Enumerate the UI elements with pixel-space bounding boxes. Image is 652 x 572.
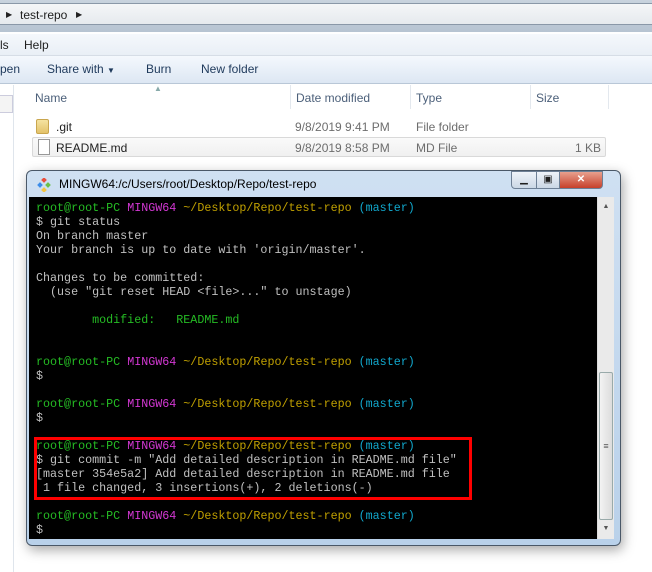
- terminal-output[interactable]: root@root-PC MINGW64 ~/Desktop/Repo/test…: [29, 197, 597, 539]
- terminal-text-cyan: (master): [358, 509, 415, 523]
- file-size: 1 KB: [574, 141, 601, 155]
- scroll-up-icon[interactable]: ▲: [598, 199, 614, 215]
- file-type: File folder: [416, 120, 469, 134]
- menu-tools[interactable]: ls: [0, 38, 9, 52]
- breadcrumb-arrow-icon[interactable]: ▶: [6, 10, 12, 19]
- column-type[interactable]: Type: [416, 91, 442, 105]
- terminal-line: On branch master: [36, 229, 457, 243]
- terminal-text-cyan: (master): [358, 397, 415, 411]
- command-bar: pen Share with ▼ Burn New folder: [0, 56, 652, 84]
- terminal-text-default: $ git status: [36, 215, 121, 229]
- terminal-text-default: (use "git reset HEAD <file>..." to unsta…: [36, 285, 352, 299]
- terminal-text-green: modified: README.md: [36, 313, 240, 327]
- minimize-button[interactable]: ▁: [511, 171, 537, 189]
- terminal-text-magenta: MINGW64: [127, 355, 184, 369]
- terminal-text-magenta: MINGW64: [127, 397, 184, 411]
- terminal-text-yellow: ~/Desktop/Repo/test-repo: [183, 355, 359, 369]
- menu-help[interactable]: Help: [24, 38, 49, 52]
- share-with-button[interactable]: Share with ▼: [47, 62, 115, 76]
- burn-button[interactable]: Burn: [146, 62, 171, 76]
- scrollbar[interactable]: ▲ ≡ ▼: [597, 197, 614, 539]
- terminal-text-green: root@root-PC: [36, 397, 128, 411]
- scroll-down-icon[interactable]: ▼: [598, 521, 614, 537]
- column-divider[interactable]: [410, 85, 411, 109]
- terminal-line: $: [36, 411, 457, 425]
- menu-bar: ls Help: [0, 34, 652, 56]
- breadcrumb-test-repo[interactable]: test-repo: [20, 8, 67, 22]
- column-divider[interactable]: [608, 85, 609, 109]
- file-date: 9/8/2019 9:41 PM: [295, 120, 390, 134]
- terminal-line: $ git status: [36, 215, 457, 229]
- terminal-line: Changes to be committed:: [36, 271, 457, 285]
- window-title: MINGW64:/c/Users/root/Desktop/Repo/test-…: [59, 177, 317, 191]
- terminal-text-default: $: [36, 523, 44, 537]
- terminal-text-yellow: ~/Desktop/Repo/test-repo: [183, 397, 359, 411]
- highlight-box: [34, 437, 472, 500]
- file-row-readme[interactable]: README.md 9/8/2019 8:58 PM MD File 1 KB: [32, 137, 606, 157]
- folder-icon: [36, 119, 49, 134]
- terminal-text-default: $: [36, 411, 44, 425]
- git-bash-window: MINGW64:/c/Users/root/Desktop/Repo/test-…: [26, 170, 621, 546]
- terminal-line: root@root-PC MINGW64 ~/Desktop/Repo/test…: [36, 509, 457, 523]
- close-button[interactable]: ✕: [559, 171, 603, 189]
- maximize-button[interactable]: ▣: [536, 171, 560, 189]
- terminal-text-cyan: (master): [358, 355, 415, 369]
- terminal-line: root@root-PC MINGW64 ~/Desktop/Repo/test…: [36, 201, 457, 215]
- file-icon: [38, 139, 50, 155]
- file-row-git[interactable]: .git 9/8/2019 9:41 PM File folder: [32, 117, 606, 137]
- file-type: MD File: [416, 141, 458, 155]
- terminal-text-magenta: MINGW64: [127, 201, 184, 215]
- terminal-line: $: [36, 369, 457, 383]
- terminal-line: (use "git reset HEAD <file>..." to unsta…: [36, 285, 457, 299]
- breadcrumb-arrow-icon[interactable]: ▶: [76, 10, 82, 19]
- terminal-text-green: root@root-PC: [36, 355, 128, 369]
- terminal-line: $: [36, 523, 457, 537]
- share-with-label: Share with: [47, 62, 104, 76]
- mingw-logo-icon: [37, 178, 51, 192]
- terminal-text-default: Your branch is up to date with 'origin/m…: [36, 243, 366, 257]
- terminal-text-yellow: ~/Desktop/Repo/test-repo: [183, 509, 359, 523]
- terminal-line: root@root-PC MINGW64 ~/Desktop/Repo/test…: [36, 355, 457, 369]
- column-date-modified[interactable]: Date modified: [296, 91, 370, 105]
- terminal-text-green: root@root-PC: [36, 509, 128, 523]
- terminal-text-magenta: MINGW64: [127, 509, 184, 523]
- nav-item[interactable]: [0, 95, 13, 113]
- file-date: 9/8/2019 8:58 PM: [295, 141, 390, 155]
- terminal-line: modified: README.md: [36, 313, 457, 327]
- navigation-pane: [0, 85, 14, 572]
- chevron-down-icon: ▼: [107, 66, 115, 75]
- terminal-text-default: $: [36, 369, 44, 383]
- column-name[interactable]: Name: [35, 91, 67, 105]
- column-size[interactable]: Size: [536, 91, 559, 105]
- sort-arrow-icon: ▲: [154, 84, 162, 93]
- column-divider[interactable]: [530, 85, 531, 109]
- terminal-text-cyan: (master): [358, 201, 415, 215]
- scrollbar-thumb[interactable]: ≡: [599, 372, 613, 520]
- terminal-text-yellow: ~/Desktop/Repo/test-repo: [183, 201, 359, 215]
- file-name: README.md: [56, 141, 128, 155]
- terminal-line: Your branch is up to date with 'origin/m…: [36, 243, 457, 257]
- terminal-text-default: On branch master: [36, 229, 149, 243]
- file-name: .git: [56, 120, 73, 134]
- terminal-line: root@root-PC MINGW64 ~/Desktop/Repo/test…: [36, 397, 457, 411]
- address-bar[interactable]: ▶ test-repo ▶: [0, 0, 652, 32]
- column-divider[interactable]: [290, 85, 291, 109]
- terminal-text-green: root@root-PC: [36, 201, 128, 215]
- new-folder-button[interactable]: New folder: [201, 62, 258, 76]
- terminal-text-default: Changes to be committed:: [36, 271, 205, 285]
- open-button[interactable]: pen: [0, 62, 20, 76]
